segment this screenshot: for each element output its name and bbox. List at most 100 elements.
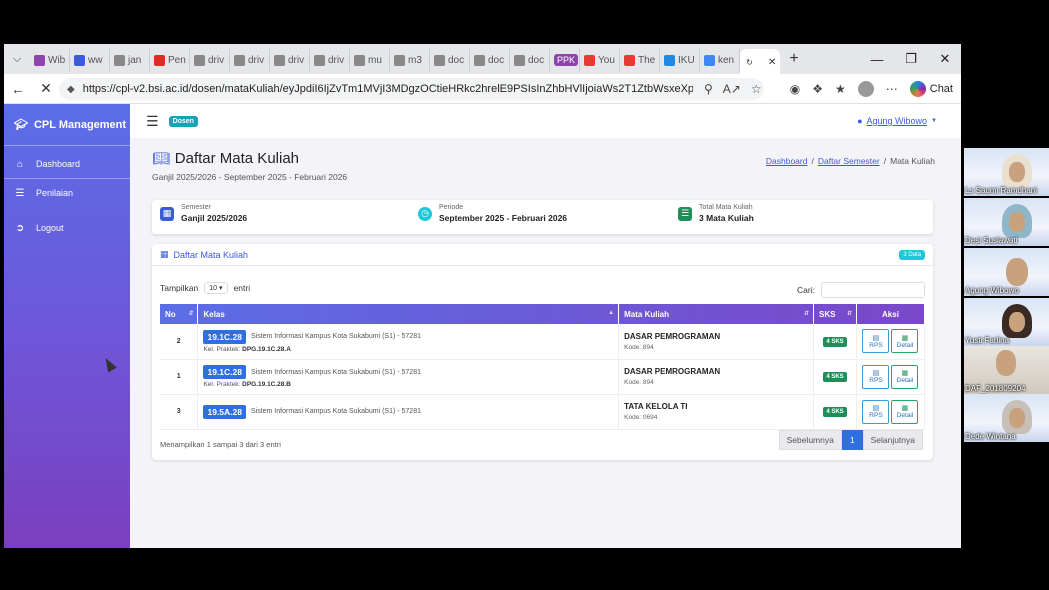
search-input[interactable]: [821, 282, 925, 298]
button-label: Detail: [896, 341, 914, 349]
page-title: 📖︎ Daftar Mata Kuliah: [152, 150, 299, 167]
clipboard-icon: ▦: [901, 334, 909, 342]
tab-label: driv: [208, 54, 225, 66]
entries-label: entri: [233, 283, 251, 293]
zoom-icon[interactable]: ⚲: [704, 82, 713, 96]
breadcrumb-daftar-semester[interactable]: Daftar Semester: [818, 156, 880, 166]
clipboard-icon: ▦: [901, 405, 909, 412]
detail-button[interactable]: ▦ Detail: [891, 364, 919, 389]
participant-name: DAF_201809204: [965, 384, 1026, 393]
camera-icon[interactable]: ◉: [790, 82, 800, 96]
sidebar-item-label: Logout: [36, 223, 64, 233]
read-aloud-icon[interactable]: A↗: [723, 82, 741, 96]
favorites-icon[interactable]: ★: [835, 82, 846, 96]
browser-tab[interactable]: doc: [430, 49, 470, 71]
browser-tab[interactable]: driv: [270, 49, 310, 71]
info-card: ▦ Semester Ganjil 2025/2026 ◷ Periode Se…: [152, 200, 933, 234]
home-icon: ⌂: [16, 158, 24, 170]
table-row: 3 19.5A.28 Sistem Informasi Kampus Kota Su…: [160, 394, 926, 430]
browser-tab[interactable]: driv: [230, 49, 270, 71]
maximize-icon[interactable]: ❐: [894, 44, 928, 74]
browser-tab[interactable]: driv: [310, 49, 350, 71]
favorite-star-icon[interactable]: ☆: [751, 82, 762, 96]
browser-tab[interactable]: IKU: [660, 49, 700, 71]
logout-icon: ➲: [15, 222, 25, 234]
button-label: Detail: [896, 412, 914, 419]
tab-label: doc: [528, 54, 545, 66]
file-icon: ▤: [872, 405, 880, 412]
rps-button[interactable]: ▤ RPS: [862, 329, 890, 354]
tab-list-dropdown-icon[interactable]: ⌵: [4, 44, 30, 74]
active-tab[interactable]: ↻ ✕: [740, 49, 780, 75]
participant-tile[interactable]: Desi Suslawati: [964, 198, 1049, 246]
profile-avatar[interactable]: [857, 81, 874, 97]
pagination-prev[interactable]: Sebelumnya: [778, 430, 842, 450]
file-icon: ▤: [872, 370, 880, 377]
hamburger-menu-icon[interactable]: ☰: [146, 113, 159, 130]
class-badge: 19.5A.28: [203, 404, 246, 419]
participant-name: Desi Suslawati: [965, 236, 1018, 245]
minimize-icon[interactable]: —: [860, 44, 894, 74]
col-sks[interactable]: SKS ⇵: [813, 304, 857, 324]
book-open-icon: 📖︎: [152, 150, 170, 166]
practice-code: DPG.19.1C.28.A: [242, 345, 291, 353]
participant-tile[interactable]: Yusti Farlina: [964, 298, 1049, 346]
sidebar-item-label: Penilaian: [36, 188, 74, 198]
browser-tab[interactable]: PPK: [550, 49, 580, 71]
brand[interactable]: 🎓︎ CPL Management: [4, 104, 130, 146]
participant-tile[interactable]: DAF_201809204: [964, 346, 1049, 394]
stop-loading-icon[interactable]: ✕: [32, 80, 60, 97]
user-menu[interactable]: ● Agung Wibowo ▼: [857, 104, 937, 138]
brand-title: CPL Management: [33, 118, 127, 131]
practice-label: Kel. Praktek:: [203, 345, 241, 353]
browser-tab[interactable]: Pen: [150, 49, 190, 71]
browser-tab[interactable]: The: [620, 49, 660, 71]
browser-tab[interactable]: doc: [510, 49, 550, 71]
sort-icon: ⇵: [846, 311, 852, 317]
sks-cell: 4 SKS: [813, 324, 857, 360]
close-tab-icon[interactable]: ✕: [768, 57, 776, 68]
extensions-icon[interactable]: ❖: [812, 82, 823, 96]
page-length-select[interactable]: 10 ▾: [204, 282, 228, 294]
col-mata-kuliah[interactable]: Mata Kuliah ⇵: [618, 304, 814, 324]
participant-face: [1009, 312, 1025, 332]
sidebar-item-dashboard[interactable]: ⌂ Dashboard: [4, 150, 130, 178]
browser-tab[interactable]: mu: [350, 49, 390, 71]
copilot-chat-button[interactable]: Chat: [909, 81, 953, 97]
browser-tab[interactable]: m3: [390, 49, 430, 71]
pagination-next[interactable]: Selanjutnya: [862, 430, 923, 450]
col-no[interactable]: No ⇵: [160, 304, 199, 324]
browser-tab[interactable]: ken: [700, 49, 740, 71]
tab-label: ww: [88, 54, 103, 66]
col-kelas[interactable]: Kelas ▲: [197, 304, 620, 324]
more-menu-icon[interactable]: ⋯: [886, 82, 898, 96]
browser-tab[interactable]: driv: [190, 49, 230, 71]
detail-button[interactable]: ▦ Detail: [891, 329, 919, 354]
url-field[interactable]: ◆ https://cpl-v2.bsi.ac.id/dosen/mataKul…: [59, 78, 764, 100]
pagination-page-1[interactable]: 1: [841, 430, 863, 450]
rps-button[interactable]: ▤ RPS: [862, 364, 890, 389]
detail-button[interactable]: ▦ Detail: [891, 399, 919, 424]
close-window-icon[interactable]: ✕: [928, 44, 961, 74]
globe-icon: [114, 54, 125, 66]
sidebar-item-penilaian[interactable]: ☰ Penilaian: [4, 179, 130, 207]
topbar: ☰ Dosen ● Agung Wibowo ▼: [130, 104, 961, 138]
rps-button[interactable]: ▤ RPS: [862, 399, 890, 424]
participant-name: Dede Wintana: [965, 432, 1016, 441]
sidebar-item-logout[interactable]: ➲ Logout: [4, 214, 130, 242]
browser-tab[interactable]: doc: [470, 49, 510, 71]
participant-tile[interactable]: Agung Wibowo: [964, 248, 1049, 296]
browser-tab[interactable]: Wib: [30, 49, 70, 71]
participant-tile[interactable]: Ls Saumi Ramdhani: [964, 148, 1049, 196]
back-icon[interactable]: ←: [4, 81, 32, 97]
participant-tile[interactable]: Dede Wintana: [964, 394, 1049, 442]
participant-face: [1009, 212, 1025, 232]
program-name: Sistem Informasi Kampus Kota Sukabumi (S…: [250, 408, 421, 415]
browser-tab[interactable]: You: [580, 49, 620, 71]
browser-tab[interactable]: ww: [70, 49, 110, 71]
browser-tab[interactable]: jan: [110, 49, 150, 71]
breadcrumb-dashboard[interactable]: Dashboard: [766, 156, 808, 166]
clock-icon: ◷: [418, 206, 432, 221]
site-info-icon[interactable]: ◆: [67, 84, 75, 95]
new-tab-button[interactable]: +: [780, 50, 808, 68]
